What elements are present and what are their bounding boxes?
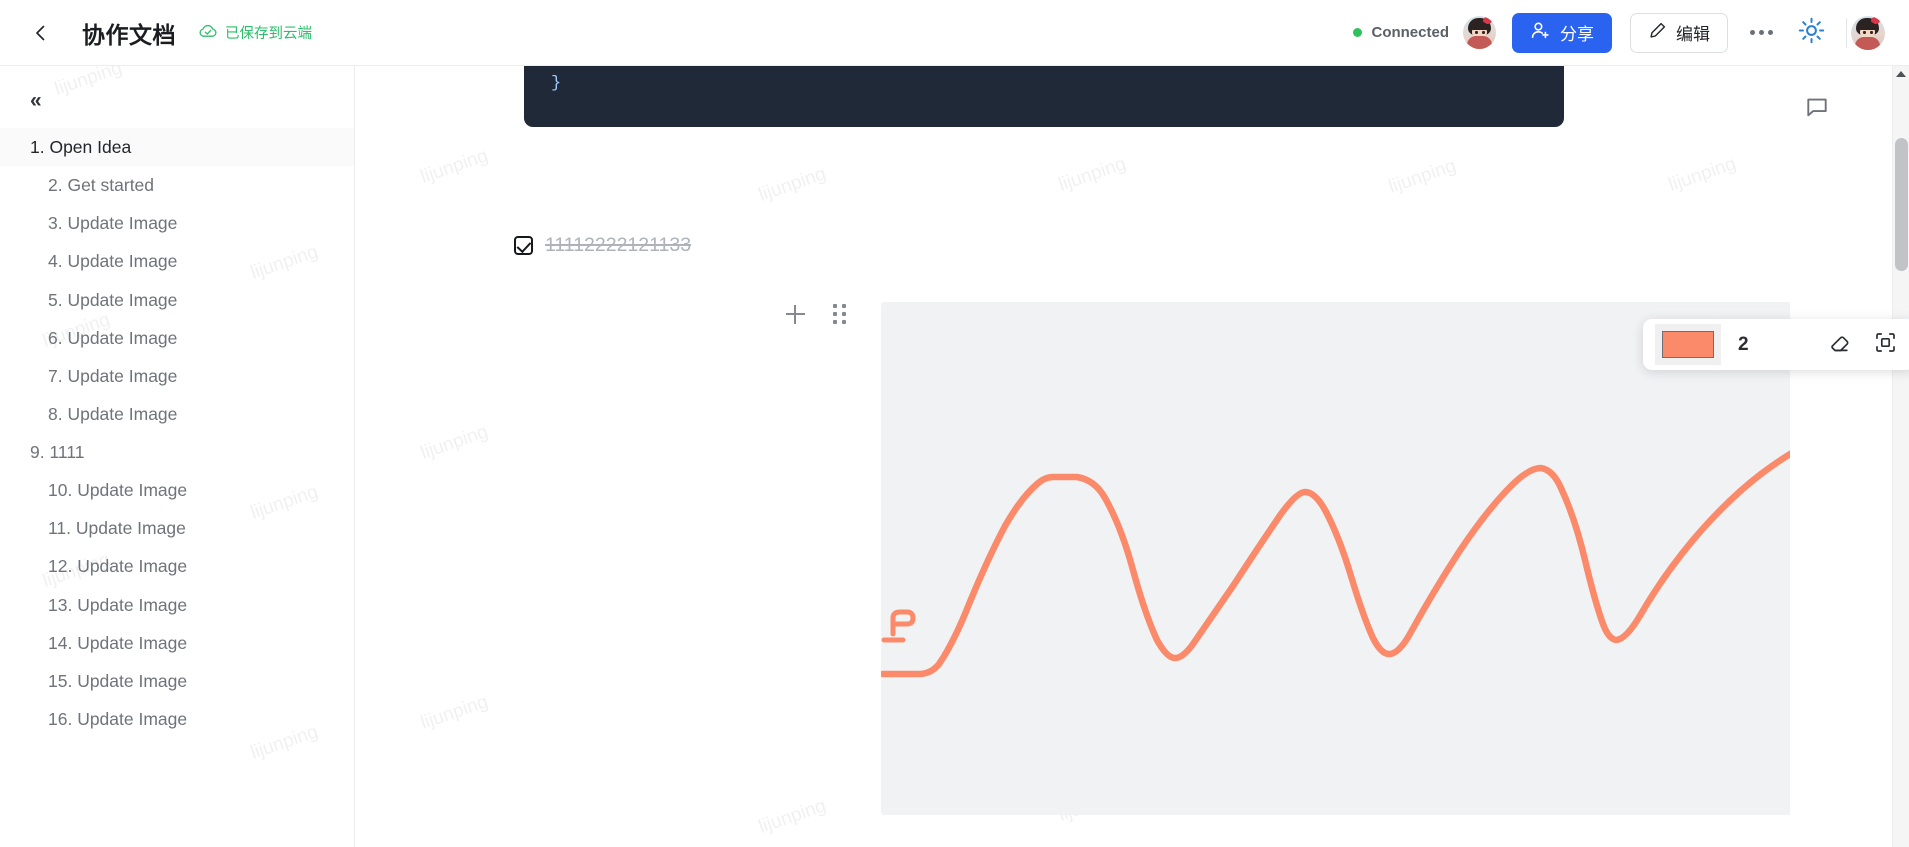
share-button-label: 分享 <box>1560 25 1594 44</box>
outline-sidebar: lijunping lijunping lijunping lijunping … <box>0 66 355 847</box>
document-canvas: lijunping lijunping lijunping lijunping … <box>356 66 1909 847</box>
connection-status: Connected <box>1353 24 1449 41</box>
watermark: lijunping <box>52 66 125 100</box>
drawing-toolbar: 2 <box>1643 319 1909 370</box>
edit-button[interactable]: 编辑 <box>1630 12 1728 53</box>
comments-button[interactable] <box>1804 94 1830 125</box>
code-block-text: } <box>551 74 562 93</box>
watermark: lijunping <box>418 145 491 188</box>
save-status-label: 已保存到云端 <box>225 26 312 42</box>
watermark: lijunping <box>1056 153 1129 196</box>
comment-bubble-icon <box>1804 98 1830 124</box>
watermark: lijunping <box>756 163 829 206</box>
scroll-up-arrow-icon[interactable] <box>1896 71 1906 77</box>
collapse-sidebar-button[interactable]: « <box>30 88 58 114</box>
sidebar-item[interactable]: 10. Update Image <box>0 471 354 509</box>
drawing-canvas[interactable] <box>881 302 1909 815</box>
connection-label: Connected <box>1371 24 1449 41</box>
header-actions: Connected 分享 编辑 <box>1353 12 1909 53</box>
theme-toggle-button[interactable] <box>1794 16 1828 50</box>
chevron-left-icon <box>31 23 51 43</box>
back-button[interactable] <box>26 18 56 48</box>
watermark: lijunping <box>756 795 829 838</box>
sidebar-item[interactable]: 15. Update Image <box>0 662 354 700</box>
todo-item: 11112222121133 <box>514 234 691 257</box>
sidebar-item[interactable]: 4. Update Image <box>0 242 354 280</box>
block-handles <box>786 304 846 324</box>
watermark: lijunping <box>1386 155 1459 198</box>
sidebar-item[interactable]: 14. Update Image <box>0 624 354 662</box>
share-person-icon <box>1530 20 1551 46</box>
sidebar-item[interactable]: 13. Update Image <box>0 586 354 624</box>
sidebar-item[interactable]: 16. Update Image <box>0 700 354 738</box>
stroke-color-swatch[interactable] <box>1655 324 1721 365</box>
watermark: lijunping <box>418 691 491 734</box>
app-header: 协作文档 已保存到云端 Connected 分享 编辑 <box>0 0 1909 66</box>
eraser-icon <box>1827 330 1852 360</box>
sidebar-item[interactable]: 6. Update Image <box>0 319 354 357</box>
eraser-button[interactable] <box>1825 330 1855 360</box>
watermark: lijunping <box>1666 153 1739 196</box>
sidebar-item[interactable]: 1. Open Idea <box>0 128 354 167</box>
sidebar-item[interactable]: 5. Update Image <box>0 281 354 319</box>
user-avatar[interactable] <box>1851 15 1885 50</box>
header-divider <box>1846 17 1847 48</box>
share-button[interactable]: 分享 <box>1512 12 1612 53</box>
drag-handle-icon[interactable] <box>833 304 846 324</box>
connection-dot <box>1353 28 1363 37</box>
sidebar-item[interactable]: 7. Update Image <box>0 357 354 395</box>
fullscreen-crop-icon <box>1873 330 1898 360</box>
sidebar-item[interactable]: 8. Update Image <box>0 395 354 433</box>
save-status: 已保存到云端 <box>198 22 312 43</box>
todo-checkbox[interactable] <box>514 236 533 255</box>
page-title: 协作文档 <box>82 21 176 48</box>
collaborator-avatar[interactable] <box>1463 16 1496 49</box>
drawing-strokes <box>881 401 1909 678</box>
todo-label[interactable]: 11112222121133 <box>545 234 691 257</box>
scrollbar-thumb[interactable] <box>1895 138 1908 271</box>
watermark: lijunping <box>418 421 491 464</box>
cloud-check-icon <box>198 23 218 43</box>
sidebar-item[interactable]: 9. 1111 <box>0 433 354 471</box>
code-block[interactable]: } <box>524 66 1564 127</box>
add-block-button[interactable] <box>786 304 805 324</box>
vertical-scrollbar[interactable] <box>1892 66 1909 847</box>
stroke-width-value[interactable]: 2 <box>1738 334 1749 356</box>
sidebar-item[interactable]: 12. Update Image <box>0 547 354 585</box>
more-horizontal-icon <box>1749 30 1773 35</box>
more-options-button[interactable] <box>1744 16 1778 50</box>
pencil-icon <box>1648 21 1667 45</box>
fullscreen-button[interactable] <box>1871 330 1901 360</box>
right-rail <box>1790 66 1909 847</box>
edit-button-label: 编辑 <box>1676 25 1710 44</box>
sidebar-item[interactable]: 2. Get started <box>0 166 354 204</box>
sidebar-item[interactable]: 11. Update Image <box>0 509 354 547</box>
sun-icon <box>1798 17 1825 49</box>
outline-list: 1. Open Idea 2. Get started 3. Update Imag… <box>0 128 354 738</box>
sidebar-item[interactable]: 3. Update Image <box>0 204 354 242</box>
